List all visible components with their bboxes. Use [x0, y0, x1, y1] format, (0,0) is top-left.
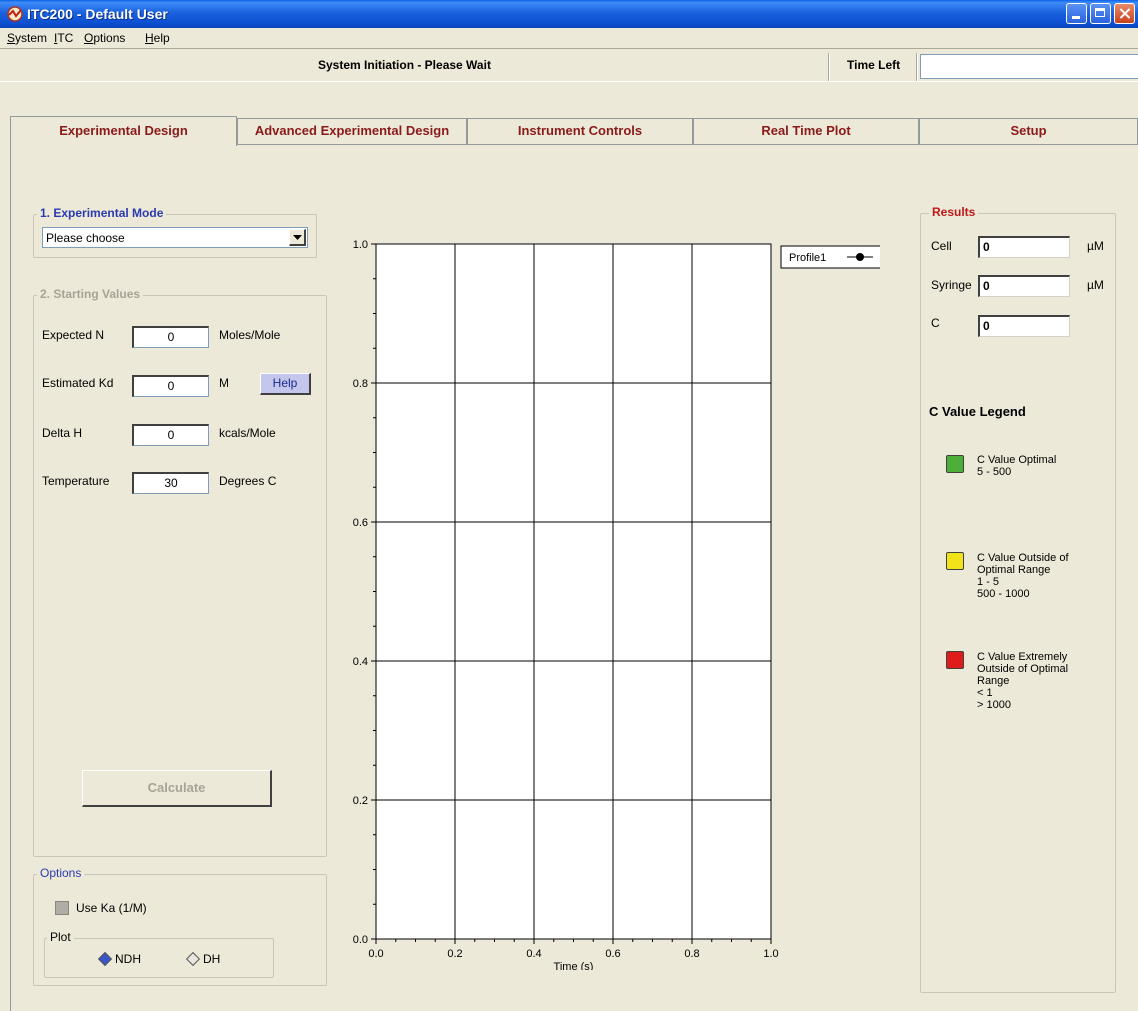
- close-button[interactable]: [1114, 3, 1135, 24]
- menu-options[interactable]: Options: [84, 31, 125, 45]
- x-axis-label: Time (s): [554, 961, 594, 970]
- tab-setup[interactable]: Setup: [919, 118, 1138, 144]
- tab-advanced-experimental-design[interactable]: Advanced Experimental Design: [237, 118, 467, 144]
- plot-group: Plot NDH DH: [44, 930, 274, 978]
- options-title: Options: [37, 866, 85, 880]
- x-tick-label: 1.0: [763, 948, 778, 960]
- experimental-mode-group: 1. Experimental Mode Please choose: [33, 206, 317, 258]
- chart-grid: [375, 243, 772, 940]
- extreme-legend-text: C Value Extremely Outside of Optimal Ran…: [977, 651, 1069, 711]
- cell-unit: µM: [1087, 239, 1104, 253]
- optimal-swatch: [946, 455, 964, 473]
- menu-system[interactable]: System: [7, 31, 47, 45]
- plot-area: [375, 243, 772, 940]
- optimal-legend-text: C Value Optimal 5 - 500: [977, 454, 1057, 478]
- results-group: Results Cell 0 µM Syringe 0 µM C 0 C Val…: [920, 205, 1116, 993]
- title-bar: ITC200 - Default User: [0, 0, 1138, 28]
- y-tick-label: 0.2: [353, 795, 368, 807]
- help-button[interactable]: Help: [260, 373, 311, 395]
- c-field: 0: [978, 315, 1070, 337]
- x-tick-label: 0.0: [368, 948, 383, 960]
- ndh-radio[interactable]: [97, 951, 113, 967]
- x-tick-label: 0.2: [447, 948, 462, 960]
- x-tick-label: 0.4: [526, 948, 541, 960]
- estimated-kd-unit: M: [219, 376, 229, 390]
- legend-marker: [856, 253, 864, 261]
- use-ka-label: Use Ka (1/M): [76, 901, 147, 915]
- y-tick-label: 0.4: [353, 656, 368, 668]
- dropdown-button[interactable]: [289, 229, 306, 246]
- cell-field: 0: [978, 236, 1070, 258]
- temperature-unit: Degrees C: [219, 474, 277, 488]
- use-ka-checkbox[interactable]: [55, 901, 69, 915]
- experimental-mode-select[interactable]: Please choose: [42, 227, 308, 248]
- outside-swatch: [946, 552, 964, 570]
- starting-values-title: 2. Starting Values: [37, 287, 144, 301]
- menu-itc[interactable]: ITC: [54, 31, 73, 45]
- y-tick-label: 0.8: [353, 378, 368, 390]
- app-icon: [7, 6, 23, 22]
- temperature-field[interactable]: 30: [132, 472, 209, 494]
- minimize-button[interactable]: [1066, 3, 1087, 24]
- x-tick-label: 0.8: [684, 948, 699, 960]
- syringe-unit: µM: [1087, 278, 1104, 292]
- syringe-field: 0: [978, 275, 1070, 297]
- results-title: Results: [929, 205, 979, 219]
- tab-instrument-controls[interactable]: Instrument Controls: [467, 118, 693, 144]
- ndh-label: NDH: [115, 952, 141, 966]
- cell-label: Cell: [931, 239, 952, 253]
- maximize-button[interactable]: [1090, 3, 1111, 24]
- tab-experimental-design[interactable]: Experimental Design: [10, 116, 237, 146]
- window-title: ITC200 - Default User: [27, 6, 168, 22]
- expected-n-field[interactable]: 0: [132, 326, 209, 348]
- y-tick-label: 1.0: [353, 239, 368, 251]
- extreme-swatch: [946, 651, 964, 669]
- estimated-kd-label: Estimated Kd: [42, 376, 114, 390]
- plot-title: Plot: [47, 930, 74, 944]
- x-tick-label: 0.6: [605, 948, 620, 960]
- tab-real-time-plot[interactable]: Real Time Plot: [693, 118, 919, 144]
- status-separator: [828, 53, 830, 81]
- calculate-button[interactable]: Calculate: [82, 770, 272, 807]
- temperature-label: Temperature: [42, 474, 110, 488]
- status-separator: [916, 53, 918, 81]
- time-left-label: Time Left: [847, 58, 901, 72]
- experimental-mode-value: Please choose: [46, 231, 125, 245]
- syringe-label: Syringe: [931, 278, 972, 292]
- c-label: C: [931, 316, 940, 330]
- expected-n-label: Expected N: [42, 328, 105, 342]
- starting-values-group: 2. Starting Values Expected N 0 Moles/Mo…: [33, 287, 327, 857]
- design-chart: 0.0 0.2 0.4 0.6 0.8 1.0 0.0 0.2 0.4 0.6 0.8 1.0 Tim…: [353, 239, 880, 970]
- estimated-kd-field[interactable]: 0: [132, 375, 209, 397]
- delta-h-label: Delta H: [42, 426, 83, 440]
- dh-label: DH: [203, 952, 221, 966]
- time-left-field: [920, 54, 1138, 79]
- y-tick-label: 0.0: [353, 934, 368, 946]
- y-tick-label: 0.6: [353, 517, 368, 529]
- experimental-mode-title: 1. Experimental Mode: [37, 206, 167, 220]
- status-message: System Initiation - Please Wait: [318, 58, 491, 72]
- chart-legend: Profile1: [780, 245, 880, 269]
- delta-h-field[interactable]: 0: [132, 424, 209, 446]
- delta-h-unit: kcals/Mole: [219, 426, 276, 440]
- dh-radio[interactable]: [185, 951, 201, 967]
- chevron-down-icon: [293, 235, 302, 240]
- expected-n-unit: Moles/Mole: [219, 328, 281, 342]
- options-group: Options Use Ka (1/M) Plot NDH DH: [33, 866, 327, 986]
- status-bar: System Initiation - Please Wait Time Lef…: [0, 48, 1138, 82]
- menu-help[interactable]: Help: [145, 31, 170, 45]
- c-value-legend-title: C Value Legend: [929, 404, 1026, 419]
- legend-series-name: Profile1: [789, 252, 826, 264]
- outside-legend-text: C Value Outside of Optimal Range 1 - 5 5…: [977, 552, 1069, 600]
- menu-bar: System ITC Options Help: [0, 28, 1138, 48]
